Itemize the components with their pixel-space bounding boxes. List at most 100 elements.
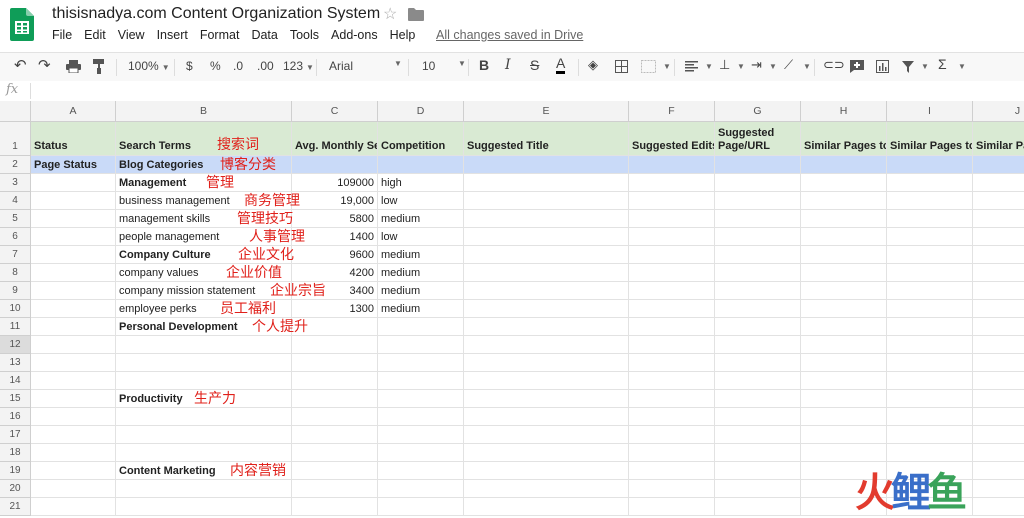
cell-i4[interactable] xyxy=(887,192,973,210)
cell-e8[interactable] xyxy=(464,264,629,282)
cell-e19[interactable] xyxy=(464,462,629,480)
cell-g13[interactable] xyxy=(715,354,801,372)
cell-f4[interactable] xyxy=(629,192,715,210)
cell-a1[interactable]: Status xyxy=(31,122,116,156)
filter-icon[interactable] xyxy=(902,61,914,73)
borders-icon[interactable] xyxy=(615,60,628,73)
row-number[interactable]: 5 xyxy=(0,210,31,228)
cell-g5[interactable] xyxy=(715,210,801,228)
column-header-g[interactable]: G xyxy=(715,101,801,122)
cell-d10[interactable]: medium xyxy=(378,300,464,318)
column-header-e[interactable]: E xyxy=(464,101,629,122)
cell-f18[interactable] xyxy=(629,444,715,462)
cell-f8[interactable] xyxy=(629,264,715,282)
merge-cells-icon[interactable] xyxy=(641,60,656,73)
cell-j8[interactable] xyxy=(973,264,1024,282)
cell-d16[interactable] xyxy=(378,408,464,426)
decrease-decimal-button[interactable]: .0 xyxy=(233,59,243,73)
cell-j20[interactable] xyxy=(973,480,1024,498)
cell-c14[interactable] xyxy=(292,372,378,390)
cell-f2[interactable] xyxy=(629,156,715,174)
row-number[interactable]: 14 xyxy=(0,372,31,390)
cell-i2[interactable] xyxy=(887,156,973,174)
cell-a5[interactable] xyxy=(31,210,116,228)
cell-g12[interactable] xyxy=(715,336,801,354)
cell-c19[interactable] xyxy=(292,462,378,480)
cell-e4[interactable] xyxy=(464,192,629,210)
saved-status[interactable]: All changes saved in Drive xyxy=(436,28,583,42)
cell-e9[interactable] xyxy=(464,282,629,300)
row-number[interactable]: 20 xyxy=(0,480,31,498)
cell-e12[interactable] xyxy=(464,336,629,354)
cell-d17[interactable] xyxy=(378,426,464,444)
cell-f13[interactable] xyxy=(629,354,715,372)
cell-h13[interactable] xyxy=(801,354,887,372)
cell-d1[interactable]: Competition xyxy=(378,122,464,156)
cell-h12[interactable] xyxy=(801,336,887,354)
cell-a21[interactable] xyxy=(31,498,116,516)
folder-icon[interactable] xyxy=(408,8,424,21)
cell-c7[interactable]: 9600 xyxy=(292,246,378,264)
cell-a6[interactable] xyxy=(31,228,116,246)
cell-g14[interactable] xyxy=(715,372,801,390)
cell-a19[interactable] xyxy=(31,462,116,480)
cell-h8[interactable] xyxy=(801,264,887,282)
functions-button[interactable]: Σ xyxy=(938,56,947,72)
cell-i15[interactable] xyxy=(887,390,973,408)
cell-j5[interactable] xyxy=(973,210,1024,228)
cell-h9[interactable] xyxy=(801,282,887,300)
document-title[interactable]: thisisnadya.com Content Organization Sys… xyxy=(52,5,380,23)
cell-d9[interactable]: medium xyxy=(378,282,464,300)
cell-j3[interactable] xyxy=(973,174,1024,192)
undo-icon[interactable]: ↶ xyxy=(14,56,27,74)
align-left-icon[interactable] xyxy=(685,61,698,72)
row-number[interactable]: 9 xyxy=(0,282,31,300)
cell-e16[interactable] xyxy=(464,408,629,426)
cell-a9[interactable] xyxy=(31,282,116,300)
more-formats-select[interactable]: 123 ▼ xyxy=(283,59,314,73)
cell-j14[interactable] xyxy=(973,372,1024,390)
cell-g19[interactable] xyxy=(715,462,801,480)
cell-h17[interactable] xyxy=(801,426,887,444)
cell-h16[interactable] xyxy=(801,408,887,426)
cell-e14[interactable] xyxy=(464,372,629,390)
column-header-f[interactable]: F xyxy=(629,101,715,122)
insert-comment-icon[interactable] xyxy=(850,60,864,73)
cell-e1[interactable]: Suggested Title xyxy=(464,122,629,156)
cell-f19[interactable] xyxy=(629,462,715,480)
cell-c1[interactable]: Avg. Monthly Searches xyxy=(292,122,378,156)
row-number[interactable]: 10 xyxy=(0,300,31,318)
zoom-select[interactable]: 100% ▼ xyxy=(128,59,170,73)
row-number[interactable]: 6 xyxy=(0,228,31,246)
menu-edit[interactable]: Edit xyxy=(84,28,106,42)
cell-f9[interactable] xyxy=(629,282,715,300)
cell-d20[interactable] xyxy=(378,480,464,498)
sheets-logo-icon[interactable] xyxy=(10,8,34,41)
paint-format-icon[interactable] xyxy=(93,59,105,74)
cell-b1[interactable]: Search Terms xyxy=(116,122,292,156)
cell-i13[interactable] xyxy=(887,354,973,372)
cell-j1[interactable]: Similar Pages xyxy=(973,122,1024,156)
menu-data[interactable]: Data xyxy=(251,28,277,42)
cell-h10[interactable] xyxy=(801,300,887,318)
cell-d5[interactable]: medium xyxy=(378,210,464,228)
cell-g4[interactable] xyxy=(715,192,801,210)
cell-j21[interactable] xyxy=(973,498,1024,516)
cell-e3[interactable] xyxy=(464,174,629,192)
cell-j17[interactable] xyxy=(973,426,1024,444)
cell-i9[interactable] xyxy=(887,282,973,300)
cell-e20[interactable] xyxy=(464,480,629,498)
cell-f11[interactable] xyxy=(629,318,715,336)
cell-j11[interactable] xyxy=(973,318,1024,336)
cell-j2[interactable] xyxy=(973,156,1024,174)
cell-e2[interactable] xyxy=(464,156,629,174)
cell-a16[interactable] xyxy=(31,408,116,426)
cell-f14[interactable] xyxy=(629,372,715,390)
row-number[interactable]: 8 xyxy=(0,264,31,282)
menu-format[interactable]: Format xyxy=(200,28,240,42)
cell-d11[interactable] xyxy=(378,318,464,336)
column-header-d[interactable]: D xyxy=(378,101,464,122)
text-color-button[interactable]: A xyxy=(556,55,566,74)
column-header-j[interactable]: J xyxy=(973,101,1024,122)
column-header-h[interactable]: H xyxy=(801,101,887,122)
